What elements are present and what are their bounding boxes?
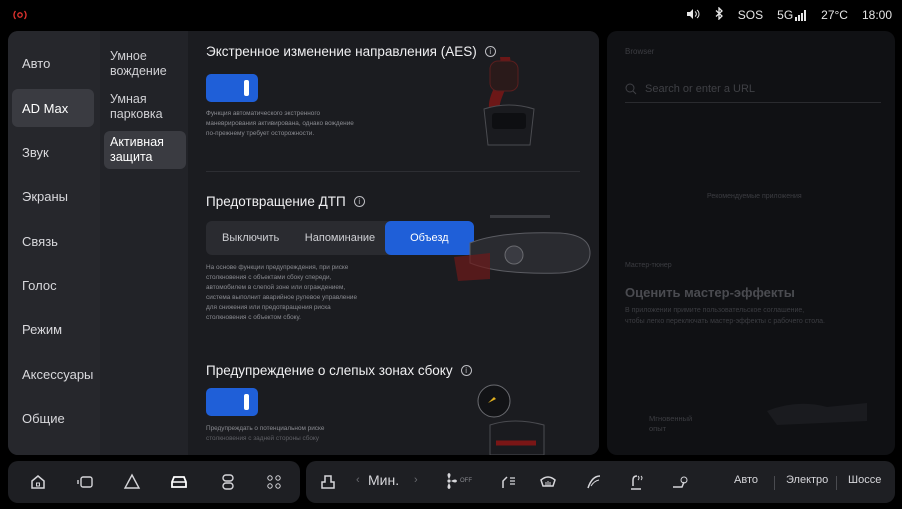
collision-car-illustration xyxy=(454,215,591,281)
nav-item-connection[interactable]: Связь xyxy=(12,222,94,260)
airflow-seat-icon[interactable] xyxy=(498,472,518,492)
dock-climate: ‹ Мин. › OFF Авто Электро Шоссе xyxy=(306,461,895,503)
info-icon[interactable]: i xyxy=(353,196,365,207)
collision-option-reminder[interactable]: Напоминание xyxy=(295,221,384,255)
blind-spot-title: Предупреждение о слепых зонах сбоку i xyxy=(206,363,472,378)
blind-spot-description: Предупреждать о потенциальном риске стол… xyxy=(206,425,325,442)
heated-wheel-icon[interactable] xyxy=(584,472,604,492)
nav-item-mode[interactable]: Режим xyxy=(12,310,94,348)
subnav-smart-driving[interactable]: Умное вождение xyxy=(104,45,186,83)
search-icon xyxy=(625,83,637,94)
mode-auto[interactable]: Авто xyxy=(734,474,758,486)
collision-description: На основе функции предупреждения, при ри… xyxy=(206,264,357,321)
info-icon[interactable]: i xyxy=(460,365,472,376)
divider xyxy=(836,476,837,490)
subnav-active-protection[interactable]: Активная защита xyxy=(104,131,186,169)
navigation-icon[interactable] xyxy=(122,472,142,492)
effects-label: Мастер-тюнер xyxy=(625,262,672,269)
divider xyxy=(774,476,775,490)
browser-label: Browser xyxy=(625,47,655,56)
subnav-smart-parking[interactable]: Умная парковка xyxy=(104,88,186,126)
defrost-front-icon[interactable] xyxy=(538,472,558,492)
network-indicator: 5G xyxy=(777,8,807,22)
aes-description: Функция автоматического экстренного мане… xyxy=(206,110,354,137)
temperature: 27°C xyxy=(821,8,848,22)
mode-highway[interactable]: Шоссе xyxy=(848,474,881,486)
nav-item-general[interactable]: Общие xyxy=(12,399,94,437)
aes-title: Экстренное изменение направления (AES) i xyxy=(206,44,496,59)
signal-icon xyxy=(795,9,807,21)
effects-illustration xyxy=(767,403,867,425)
ventilated-seat-icon[interactable] xyxy=(670,472,690,492)
browser-recommended: Рекомендуемые приложения xyxy=(707,193,802,200)
secondary-nav: Умное вождение Умная парковка Активная з… xyxy=(100,31,188,455)
fan-icon xyxy=(447,473,457,489)
sos-button[interactable]: SOS xyxy=(738,8,763,22)
car-window-icon[interactable] xyxy=(76,472,96,492)
instant-experience-button[interactable]: Мгновенный опыт xyxy=(649,414,692,434)
apps-grid-icon[interactable] xyxy=(264,472,284,492)
primary-nav: Авто AD Max Звук Экраны Связь Голос Режи… xyxy=(8,31,100,455)
effects-title[interactable]: Оценить мастер-эффекты xyxy=(625,285,795,300)
volume-icon[interactable] xyxy=(686,8,700,23)
car-active-icon[interactable] xyxy=(169,472,189,492)
divider xyxy=(206,171,580,172)
desktop-widgets-panel: Browser Search or enter a URL Рекомендуе… xyxy=(607,31,895,455)
fan-decrease-icon[interactable]: ‹ xyxy=(356,474,360,486)
heated-seat-icon[interactable] xyxy=(626,472,646,492)
effects-description: В приложении примите пользовательское со… xyxy=(625,307,825,325)
bluetooth-icon[interactable] xyxy=(714,6,724,23)
nav-item-ad-max[interactable]: AD Max xyxy=(12,89,94,127)
nav-item-accessories[interactable]: Аксессуары xyxy=(12,355,94,393)
seat-icon[interactable] xyxy=(318,472,338,492)
fan-speed: Мин. xyxy=(368,472,400,488)
nav-item-voice[interactable]: Голос xyxy=(12,266,94,304)
blind-spot-car-illustration xyxy=(477,384,545,455)
collision-mode-selector: Выключить Напоминание Объезд xyxy=(206,221,474,255)
fan-off-button[interactable]: OFF xyxy=(440,472,472,490)
fan-increase-icon[interactable]: › xyxy=(414,474,418,486)
collision-title: Предотвращение ДТП i xyxy=(206,194,365,209)
brand-logo xyxy=(12,8,28,22)
clock: 18:00 xyxy=(861,8,892,22)
browser-search-input[interactable]: Search or enter a URL xyxy=(625,75,881,103)
home-icon[interactable] xyxy=(28,472,48,492)
settings-content: Экстренное изменение направления (AES) i… xyxy=(188,31,599,455)
status-bar: SOS 5G 27°C 18:00 xyxy=(0,0,902,30)
aes-toggle[interactable] xyxy=(206,74,258,102)
aes-car-illustration xyxy=(483,57,535,146)
settings-panel: Авто AD Max Звук Экраны Связь Голос Режи… xyxy=(8,31,599,455)
blind-spot-toggle[interactable] xyxy=(206,388,258,416)
mode-electric[interactable]: Электро xyxy=(786,474,828,486)
dock-apps xyxy=(8,461,300,503)
nav-item-screens[interactable]: Экраны xyxy=(12,177,94,215)
nav-item-auto[interactable]: Авто xyxy=(12,44,94,82)
collision-option-off[interactable]: Выключить xyxy=(206,221,295,255)
seat-controls-icon[interactable] xyxy=(218,472,238,492)
nav-item-sound[interactable]: Звук xyxy=(12,133,94,171)
